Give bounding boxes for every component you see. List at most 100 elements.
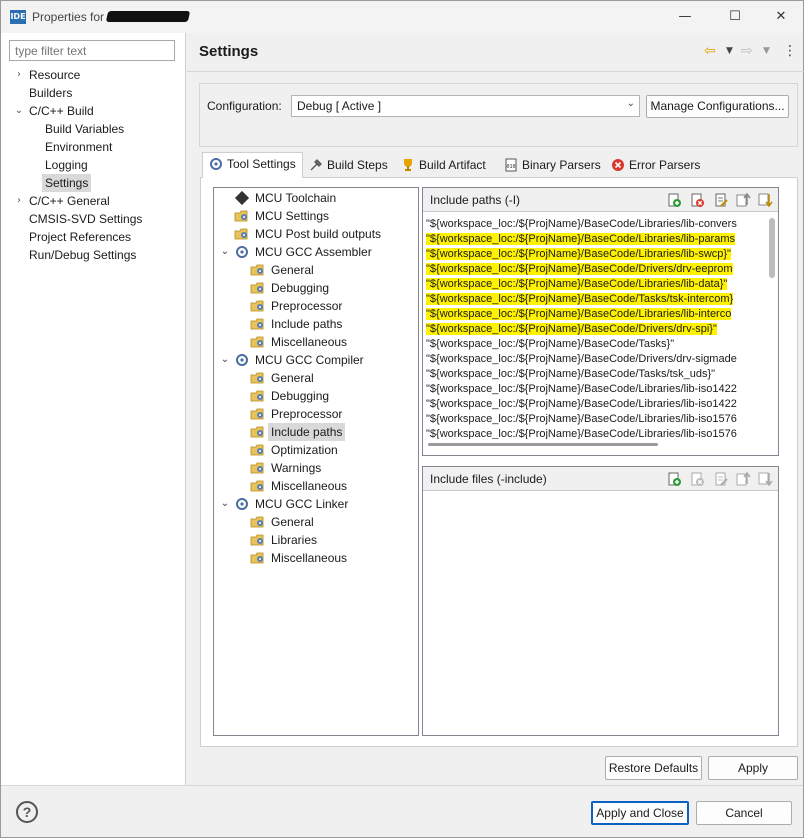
chevron-down-icon[interactable]: ⌄ bbox=[219, 351, 231, 369]
sidebar-item[interactable]: Settings bbox=[42, 174, 92, 192]
add-icon[interactable] bbox=[666, 192, 682, 208]
edit-icon[interactable] bbox=[713, 471, 729, 487]
maximize-button[interactable]: ☐ bbox=[715, 5, 755, 29]
tool-tree-item[interactable]: MCU GCC Assembler bbox=[252, 243, 375, 261]
manage-configurations-button[interactable]: Manage Configurations... bbox=[646, 95, 789, 118]
include-path-row[interactable]: "${workspace_loc:/${ProjName}/BaseCode/T… bbox=[424, 337, 768, 352]
back-history-dropdown-icon[interactable]: ▼ bbox=[726, 42, 733, 60]
tab-build-artifact[interactable]: Build Artifact bbox=[395, 154, 492, 177]
minimize-button[interactable]: — bbox=[665, 5, 705, 29]
edit-icon[interactable] bbox=[713, 192, 729, 208]
include-path-row[interactable]: "${workspace_loc:/${ProjName}/BaseCode/T… bbox=[424, 367, 768, 382]
tool-tree-item[interactable]: MCU GCC Compiler bbox=[252, 351, 367, 369]
move-down-icon[interactable] bbox=[757, 471, 773, 487]
tool-tree-item[interactable]: Preprocessor bbox=[268, 297, 345, 315]
tab-build-steps[interactable]: Build Steps bbox=[303, 154, 394, 177]
filter-input[interactable] bbox=[9, 40, 175, 61]
tab-binary-parsers[interactable]: 010 Binary Parsers bbox=[498, 154, 607, 177]
sidebar-item[interactable]: C/C++ General bbox=[26, 192, 113, 210]
add-icon[interactable] bbox=[666, 471, 682, 487]
sidebar-item[interactable]: CMSIS-SVD Settings bbox=[26, 210, 145, 228]
tool-tree-item[interactable]: MCU Settings bbox=[252, 207, 332, 225]
tab-label: Build Artifact bbox=[419, 158, 486, 172]
ide-app-icon: IDE bbox=[10, 10, 26, 24]
include-path-row[interactable]: "${workspace_loc:/${ProjName}/BaseCode/L… bbox=[424, 232, 768, 247]
sidebar-item[interactable]: Run/Debug Settings bbox=[26, 246, 139, 264]
back-arrow-icon[interactable]: ⇦ bbox=[704, 42, 716, 60]
tool-tree-item[interactable]: Include paths bbox=[268, 315, 345, 333]
tool-tree-item[interactable]: MCU Post build outputs bbox=[252, 225, 384, 243]
tab-error-parsers[interactable]: Error Parsers bbox=[605, 154, 706, 177]
include-path-row[interactable]: "${workspace_loc:/${ProjName}/BaseCode/L… bbox=[424, 247, 768, 262]
sidebar-item[interactable]: Build Variables bbox=[42, 120, 127, 138]
close-button[interactable]: ✕ bbox=[761, 5, 801, 29]
configuration-select[interactable]: Debug [ Active ] ⌄ bbox=[291, 95, 640, 117]
tool-tree-item[interactable]: MCU GCC Linker bbox=[252, 495, 351, 513]
include-path-text: "${workspace_loc:/${ProjName}/BaseCode/T… bbox=[426, 293, 734, 305]
include-path-row[interactable]: "${workspace_loc:/${ProjName}/BaseCode/L… bbox=[424, 427, 768, 439]
vertical-scrollbar[interactable] bbox=[769, 218, 775, 278]
settings-folder-icon bbox=[250, 480, 264, 492]
tool-tree-item[interactable]: General bbox=[268, 513, 317, 531]
delete-icon[interactable] bbox=[689, 471, 705, 487]
settings-folder-icon bbox=[250, 534, 264, 546]
sidebar-item[interactable]: Builders bbox=[26, 84, 75, 102]
header-divider bbox=[187, 71, 804, 72]
include-path-row[interactable]: "${workspace_loc:/${ProjName}/BaseCode/D… bbox=[424, 262, 768, 277]
settings-folder-icon bbox=[250, 444, 264, 456]
include-path-text: "${workspace_loc:/${ProjName}/BaseCode/L… bbox=[426, 233, 736, 245]
delete-icon[interactable] bbox=[689, 192, 705, 208]
page-title: Settings bbox=[199, 43, 259, 60]
tool-tree-item[interactable]: Miscellaneous bbox=[268, 333, 350, 351]
help-icon[interactable]: ? bbox=[16, 801, 38, 823]
include-path-text: "${workspace_loc:/${ProjName}/BaseCode/D… bbox=[426, 353, 737, 365]
include-path-row[interactable]: "${workspace_loc:/${ProjName}/BaseCode/D… bbox=[424, 322, 768, 337]
tool-tree-item[interactable]: MCU Toolchain bbox=[252, 189, 339, 207]
include-path-row[interactable]: "${workspace_loc:/${ProjName}/BaseCode/L… bbox=[424, 307, 768, 322]
tool-tree-item[interactable]: Include paths bbox=[268, 423, 346, 441]
chevron-right-icon[interactable]: › bbox=[14, 66, 24, 84]
chevron-down-icon[interactable]: ⌄ bbox=[219, 495, 231, 513]
move-down-icon[interactable] bbox=[757, 192, 773, 208]
chevron-right-icon[interactable]: › bbox=[14, 192, 24, 210]
tool-tree-item[interactable]: Miscellaneous bbox=[268, 477, 350, 495]
property-page-tree: ›ResourceBuilders⌄C/C++ BuildBuild Varia… bbox=[1, 33, 186, 785]
include-paths-list[interactable]: "${workspace_loc:/${ProjName}/BaseCode/L… bbox=[424, 217, 768, 439]
horizontal-scrollbar[interactable] bbox=[428, 443, 658, 446]
menu-icon[interactable]: ⋮ bbox=[783, 42, 797, 60]
include-path-row[interactable]: "${workspace_loc:/${ProjName}/BaseCode/L… bbox=[424, 397, 768, 412]
include-path-row[interactable]: "${workspace_loc:/${ProjName}/BaseCode/L… bbox=[424, 412, 768, 427]
forward-history-dropdown-icon[interactable]: ▼ bbox=[763, 42, 770, 60]
tool-tree-item[interactable]: Optimization bbox=[268, 441, 341, 459]
include-path-row[interactable]: "${workspace_loc:/${ProjName}/BaseCode/D… bbox=[424, 352, 768, 367]
apply-and-close-button[interactable]: Apply and Close bbox=[591, 801, 689, 825]
sidebar-item[interactable]: Resource bbox=[26, 66, 83, 84]
restore-defaults-button[interactable]: Restore Defaults bbox=[605, 756, 702, 780]
include-files-list[interactable] bbox=[424, 492, 758, 736]
chevron-down-icon[interactable]: ⌄ bbox=[14, 102, 24, 120]
sidebar-item[interactable]: C/C++ Build bbox=[26, 102, 97, 120]
cancel-button[interactable]: Cancel bbox=[696, 801, 792, 825]
tool-tree-item[interactable]: General bbox=[268, 261, 317, 279]
sidebar-item[interactable]: Project References bbox=[26, 228, 134, 246]
tab-tool-settings[interactable]: Tool Settings bbox=[202, 152, 303, 178]
tool-tree-item[interactable]: Libraries bbox=[268, 531, 320, 549]
chevron-down-icon[interactable]: ⌄ bbox=[219, 243, 231, 261]
include-path-row[interactable]: "${workspace_loc:/${ProjName}/BaseCode/L… bbox=[424, 217, 768, 232]
move-up-icon[interactable] bbox=[735, 471, 751, 487]
apply-button[interactable]: Apply bbox=[708, 756, 798, 780]
tool-tree-item[interactable]: Debugging bbox=[268, 279, 332, 297]
include-path-row[interactable]: "${workspace_loc:/${ProjName}/BaseCode/L… bbox=[424, 277, 768, 292]
forward-arrow-icon[interactable]: ⇨ bbox=[741, 42, 753, 60]
move-up-icon[interactable] bbox=[735, 192, 751, 208]
settings-folder-icon bbox=[250, 462, 264, 474]
include-path-row[interactable]: "${workspace_loc:/${ProjName}/BaseCode/T… bbox=[424, 292, 768, 307]
tool-tree-item[interactable]: Preprocessor bbox=[268, 405, 345, 423]
sidebar-item[interactable]: Environment bbox=[42, 138, 115, 156]
sidebar-item[interactable]: Logging bbox=[42, 156, 91, 174]
tool-tree-item[interactable]: General bbox=[268, 369, 317, 387]
tool-tree-item[interactable]: Miscellaneous bbox=[268, 549, 350, 567]
tool-tree-item[interactable]: Debugging bbox=[268, 387, 332, 405]
include-path-row[interactable]: "${workspace_loc:/${ProjName}/BaseCode/L… bbox=[424, 382, 768, 397]
tool-tree-item[interactable]: Warnings bbox=[268, 459, 324, 477]
